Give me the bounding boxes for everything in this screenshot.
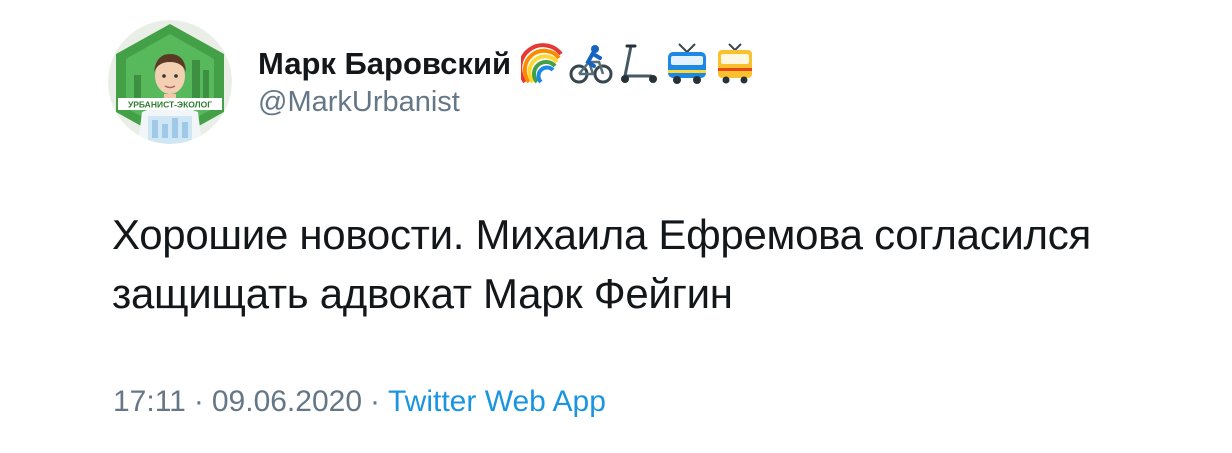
- meta-separator-2: ·: [370, 385, 381, 418]
- user-handle[interactable]: @MarkUrbanist: [258, 86, 757, 119]
- meta-separator: ·: [193, 385, 204, 418]
- tweet-time[interactable]: 17:11: [113, 385, 186, 418]
- cyclist-icon: [569, 45, 613, 84]
- avatar-image: УРБАНИСТ-ЭКОЛОГ: [108, 20, 232, 144]
- name-emojis: [521, 42, 757, 86]
- display-name-row: Марк Баровский: [258, 40, 757, 88]
- tweet-date[interactable]: 09.06.2020: [212, 385, 362, 418]
- tweet-text: Хорошие новости. Михаила Ефремова соглас…: [112, 211, 1091, 317]
- display-name[interactable]: Марк Баровский: [258, 46, 511, 82]
- avatar[interactable]: УРБАНИСТ-ЭКОЛОГ: [108, 20, 232, 144]
- tweet-card: УРБАНИСТ-ЭКОЛОГ Марк Баровский @MarkUrba…: [0, 0, 1232, 453]
- svg-text:УРБАНИСТ-ЭКОЛОГ: УРБАНИСТ-ЭКОЛОГ: [128, 100, 212, 110]
- rainbow-icon: [521, 43, 563, 84]
- tweet-source-link[interactable]: Twitter Web App: [388, 385, 606, 418]
- user-info: Марк Баровский @MarkUrbanist: [258, 40, 757, 119]
- tweet-meta: 17:11 · 09.06.2020 · Twitter Web App: [113, 385, 606, 419]
- trolleybus-icon: [668, 43, 707, 84]
- kick-scooter-icon: [621, 44, 658, 83]
- tram-icon: [718, 43, 753, 84]
